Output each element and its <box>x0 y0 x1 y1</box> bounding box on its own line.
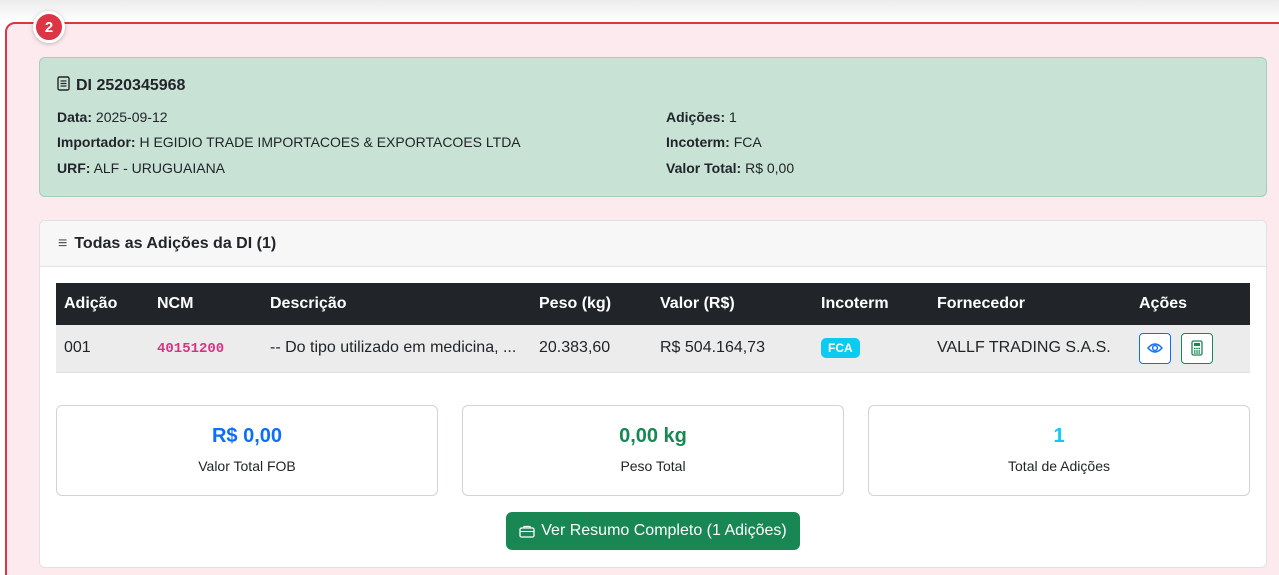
di-incoterm-label: Incoterm: <box>666 134 730 150</box>
calculator-icon <box>1191 340 1204 356</box>
cell-acoes <box>1131 325 1250 372</box>
di-urf: URF: ALF - URUGUAIANA <box>57 160 225 176</box>
step-number-badge: 2 <box>33 11 65 43</box>
view-adicao-button[interactable] <box>1139 332 1171 364</box>
di-valor-label: Valor Total: <box>666 160 742 176</box>
column-header-descricao: Descrição <box>270 295 347 312</box>
di-title: DI 2520345968 <box>57 76 185 96</box>
di-adicoes-value: 1 <box>729 109 737 125</box>
adicoes-header-title: Todas as Adições da DI (1) <box>74 234 277 252</box>
clipboard-icon <box>519 525 535 538</box>
adicoes-header: ≡ Todas as Adições da DI (1) <box>40 221 1266 267</box>
table-row: 001 40151200 -- Do tipo utilizado em med… <box>56 325 1250 372</box>
di-adicoes-label: Adições: <box>666 109 726 125</box>
di-incoterm: Incoterm: FCA <box>666 134 762 150</box>
adicoes-table-wrap: Adição NCM Descrição Peso (kg) Valor (R$… <box>56 283 1250 373</box>
di-title-text: DI 2520345968 <box>76 77 186 94</box>
di-valor-value: R$ 0,00 <box>745 160 795 176</box>
di-adicoes: Adições: 1 <box>666 109 737 125</box>
adicoes-table: Adição NCM Descrição Peso (kg) Valor (R$… <box>56 283 1250 373</box>
stat-total-adicoes: 1 Total de Adições <box>868 405 1250 496</box>
ncm-code: 40151200 <box>157 341 225 358</box>
eye-icon <box>1147 343 1163 353</box>
cell-adicao: 001 <box>64 339 91 357</box>
di-incoterm-value: FCA <box>733 134 762 150</box>
column-header-acoes: Ações <box>1139 295 1188 312</box>
di-importador: Importador: H EGIDIO TRADE IMPORTACOES &… <box>57 134 521 150</box>
stat-peso-total-value: 0,00 kg <box>619 425 687 447</box>
di-urf-value: ALF - URUGUAIANA <box>93 160 226 176</box>
cell-fornecedor: VALLF TRADING S.A.S. <box>937 339 1111 357</box>
di-data-value: 2025-09-12 <box>95 109 168 125</box>
stat-peso-total: 0,00 kg Peso Total <box>462 405 844 496</box>
cell-valor: R$ 504.164,73 <box>660 339 765 357</box>
calculate-adicao-button[interactable] <box>1181 332 1214 364</box>
di-data: Data: 2025-09-12 <box>57 109 168 125</box>
di-importador-value: H EGIDIO TRADE IMPORTACOES & EXPORTACOES… <box>139 134 521 150</box>
stat-total-adicoes-label: Total de Adições <box>1008 458 1110 474</box>
di-data-label: Data: <box>57 109 93 125</box>
adicoes-card: ≡ Todas as Adições da DI (1) Adição NCM … <box>39 220 1267 568</box>
document-icon <box>57 76 70 96</box>
di-valor-total: Valor Total: R$ 0,00 <box>666 160 794 176</box>
cell-ncm: 40151200 <box>149 325 262 372</box>
stat-valor-fob: R$ 0,00 Valor Total FOB <box>56 405 438 496</box>
di-importador-label: Importador: <box>57 134 136 150</box>
column-header-fornecedor: Fornecedor <box>937 295 1026 312</box>
column-header-peso: Peso (kg) <box>539 295 612 312</box>
cell-peso: 20.383,60 <box>539 339 611 357</box>
stat-valor-fob-value: R$ 0,00 <box>211 425 283 447</box>
incoterm-badge: FCA <box>821 338 860 359</box>
column-header-valor: Valor (R$) <box>660 295 735 312</box>
di-urf-label: URF: <box>57 160 91 176</box>
di-summary-card: DI 2520345968 Data: 2025-09-12 Importado… <box>39 57 1267 197</box>
table-header-row: Adição NCM Descrição Peso (kg) Valor (R$… <box>56 283 1250 325</box>
cell-incoterm: FCA <box>813 325 929 372</box>
stat-total-adicoes-value: 1 <box>1053 425 1065 447</box>
column-header-ncm: NCM <box>157 295 194 312</box>
cell-descricao: -- Do tipo utilizado em medicina, ... <box>270 339 517 357</box>
column-header-adicao: Adição <box>64 295 118 312</box>
ver-resumo-completo-label: Ver Resumo Completo (1 Adições) <box>541 522 787 539</box>
top-shadow <box>0 0 1279 22</box>
list-icon: ≡ <box>58 234 68 252</box>
stat-valor-fob-label: Valor Total FOB <box>198 458 296 474</box>
ver-resumo-completo-button[interactable]: Ver Resumo Completo (1 Adições) <box>506 512 800 550</box>
column-header-incoterm: Incoterm <box>821 295 889 312</box>
stat-peso-total-label: Peso Total <box>620 458 686 474</box>
